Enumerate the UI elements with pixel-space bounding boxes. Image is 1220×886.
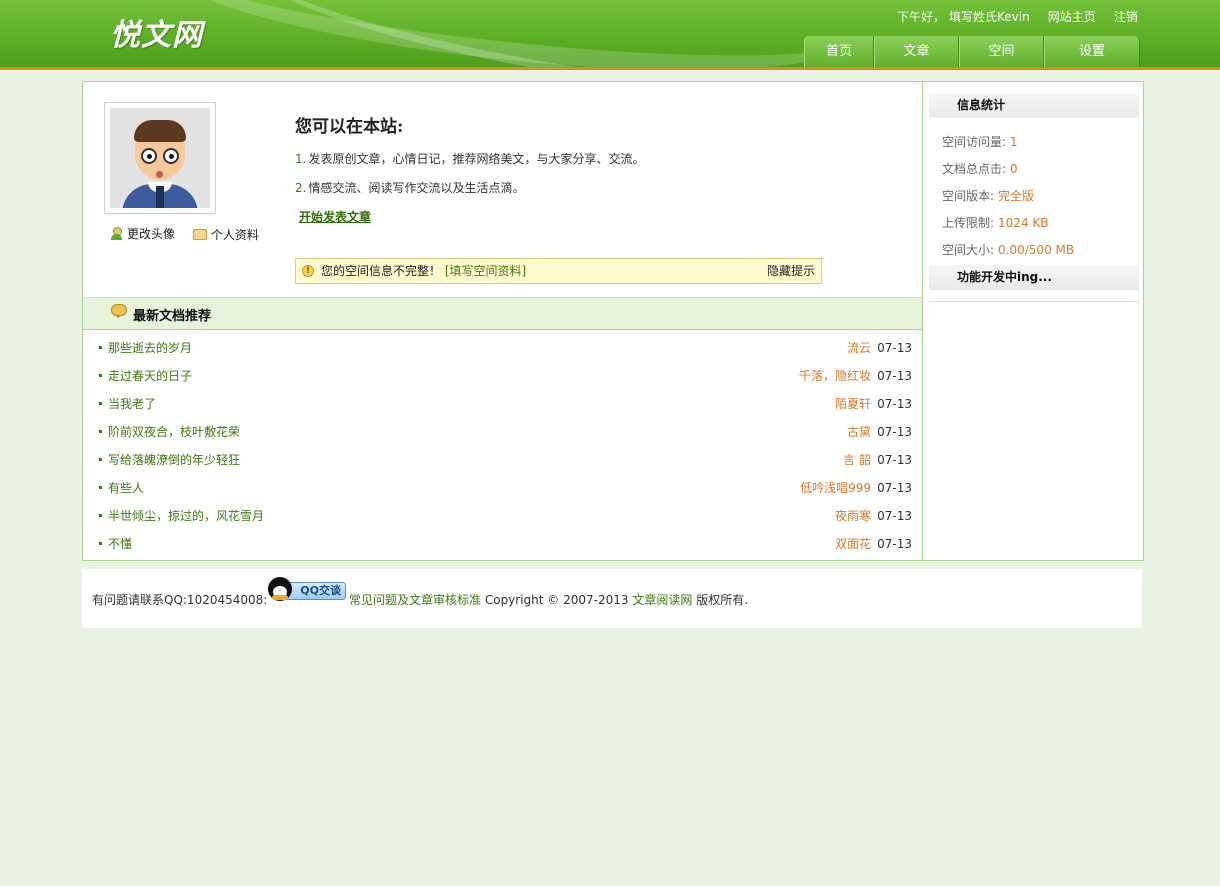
dev-title: 功能开发中ing... [929,265,1139,290]
profile-links: 更改头像 个人资料 [110,225,273,243]
avatar-image [110,108,210,208]
nav-home[interactable]: 首页 [804,36,874,68]
article-date: 07-13 [877,341,912,355]
article-author[interactable]: 双面花 [835,530,871,558]
article-title[interactable]: 那些逝去的岁月 [108,334,192,362]
latest-docs-header: 最新文档推荐 [83,297,922,330]
article-title[interactable]: 阶前双夜合，枝叶敷花荣 [108,418,240,446]
article-date: 07-13 [877,453,912,467]
stats-title: 信息统计 [929,93,1139,118]
speech-bubble-icon [111,304,127,318]
article-title[interactable]: 不懂 [108,530,132,558]
change-avatar-link[interactable]: 更改头像 [110,225,175,242]
list-item: 不懂 双面花 07-13 [83,530,922,558]
nav-settings[interactable]: 设置 [1044,36,1140,68]
user-icon [110,227,123,240]
site-header: 悦文网 下午好， 填写姓氏Kevin 网站主页 注销 首页 文章 空间 设置 [0,0,1220,70]
article-list: 那些逝去的岁月 流云 07-13 走过春天的日子 千落，隐红妆 07-13 当我老了 陌夏… [83,334,922,558]
main-nav: 首页 文章 空间 设置 [804,36,1140,68]
article-date: 07-13 [877,481,912,495]
list-item: 有些人 低吟浅唱999 07-13 [83,474,922,502]
start-posting-link[interactable]: 开始发表文章 [299,208,371,225]
article-date: 07-13 [877,397,912,411]
footer-contact: 有问题请联系QQ:1020454008: [92,593,268,607]
change-avatar-label: 更改头像 [127,227,176,241]
username-link[interactable]: 填写姓氏Kevin [949,10,1030,24]
stat-space-size: 空间大小: 0.00/500 MB [942,243,1075,257]
stat-clicks: 文档总点击: 0 [942,162,1018,176]
notice-message: 您的空间信息不完整！ [321,264,442,278]
article-author[interactable]: 低吟浅唱999 [800,474,871,502]
article-author[interactable]: 陌夏轩 [835,390,871,418]
list-item: 阶前双夜合，枝叶敷花荣 古黛 07-13 [83,418,922,446]
article-date: 07-13 [877,369,912,383]
main-left-column: 更改头像 个人资料 您可以在本站: 1. 发表原创文章，心情日记，推荐网络美文，与… [83,82,923,560]
header-divider [0,67,1220,70]
nav-articles[interactable]: 文章 [874,36,959,68]
avatar[interactable] [104,102,216,214]
home-link[interactable]: 网站主页 [1048,10,1096,24]
warning-icon: ! [302,265,314,277]
article-author[interactable]: 言 韶 [843,446,871,474]
article-date: 07-13 [877,425,912,439]
intro-item-1: 1. 发表原创文章，心情日记，推荐网络美文，与大家分享、交流。 [295,152,645,166]
intro-title: 您可以在本站: [295,117,404,137]
site-footer: 有问题请联系QQ:1020454008: QQ交谈 常见问题及文章审核标准 Co… [82,569,1142,628]
article-title[interactable]: 当我老了 [108,390,156,418]
article-author[interactable]: 千落，隐红妆 [799,362,871,390]
article-title[interactable]: 走过春天的日子 [108,362,192,390]
list-item: 写给落魄潦倒的年少轻狂 言 韶 07-13 [83,446,922,474]
article-author[interactable]: 古黛 [847,418,871,446]
list-item: 当我老了 陌夏轩 07-13 [83,390,922,418]
article-title[interactable]: 写给落魄潦倒的年少轻狂 [108,446,240,474]
copyright-text: Copyright © 2007-2013 [484,593,629,607]
greeting-text: 下午好， [897,10,946,24]
list-item: 半世倾尘，掠过的，风花雪月 夜雨寒 07-13 [83,502,922,530]
personal-info-link[interactable]: 个人资料 [192,226,259,243]
article-author[interactable]: 流云 [847,334,871,362]
article-date: 07-13 [877,537,912,551]
article-title[interactable]: 有些人 [108,474,144,502]
personal-info-label: 个人资料 [210,228,259,242]
site-link[interactable]: 文章阅读网 [632,593,692,607]
sidebar: 信息统计 空间访问量: 1 文档总点击: 0 空间版本: 完全版 上传限制: 1024 … [924,82,1143,560]
main-panel: 更改头像 个人资料 您可以在本站: 1. 发表原创文章，心情日记，推荐网络美文，与… [82,81,1144,561]
rights-text: 版权所有. [696,593,749,607]
list-item: 走过春天的日子 千落，隐红妆 07-13 [83,362,922,390]
stat-upload-limit: 上传限制: 1024 KB [942,216,1049,230]
top-links: 下午好， 填写姓氏Kevin 网站主页 注销 [897,8,1142,25]
nav-space[interactable]: 空间 [959,36,1044,68]
profile-incomplete-notice: ! 您的空间信息不完整！ [填写空间资料] 隐藏提示 [295,258,822,284]
intro-item-2: 2. 情感交流、阅读写作交流以及生活点滴。 [295,181,525,195]
qq-penguin-icon [268,577,292,601]
logout-link[interactable]: 注销 [1114,10,1138,24]
list-item: 那些逝去的岁月 流云 07-13 [83,334,922,362]
article-title[interactable]: 半世倾尘，掠过的，风花雪月 [108,502,264,530]
stat-version: 空间版本: 完全版 [942,189,1035,203]
id-card-icon [192,229,207,240]
site-logo[interactable]: 悦文网 [110,10,203,54]
latest-docs-title: 最新文档推荐 [133,309,212,324]
article-date: 07-13 [877,509,912,523]
hide-notice-link[interactable]: 隐藏提示 [767,259,815,283]
stat-visits: 空间访问量: 1 [942,135,1018,149]
fill-profile-link[interactable]: [填写空间资料] [445,264,526,278]
qq-chat-button[interactable]: QQ交谈 [268,577,346,601]
article-author[interactable]: 夜雨寒 [835,502,871,530]
sidebar-divider [929,301,1139,302]
faq-link[interactable]: 常见问题及文章审核标准 [349,593,481,607]
